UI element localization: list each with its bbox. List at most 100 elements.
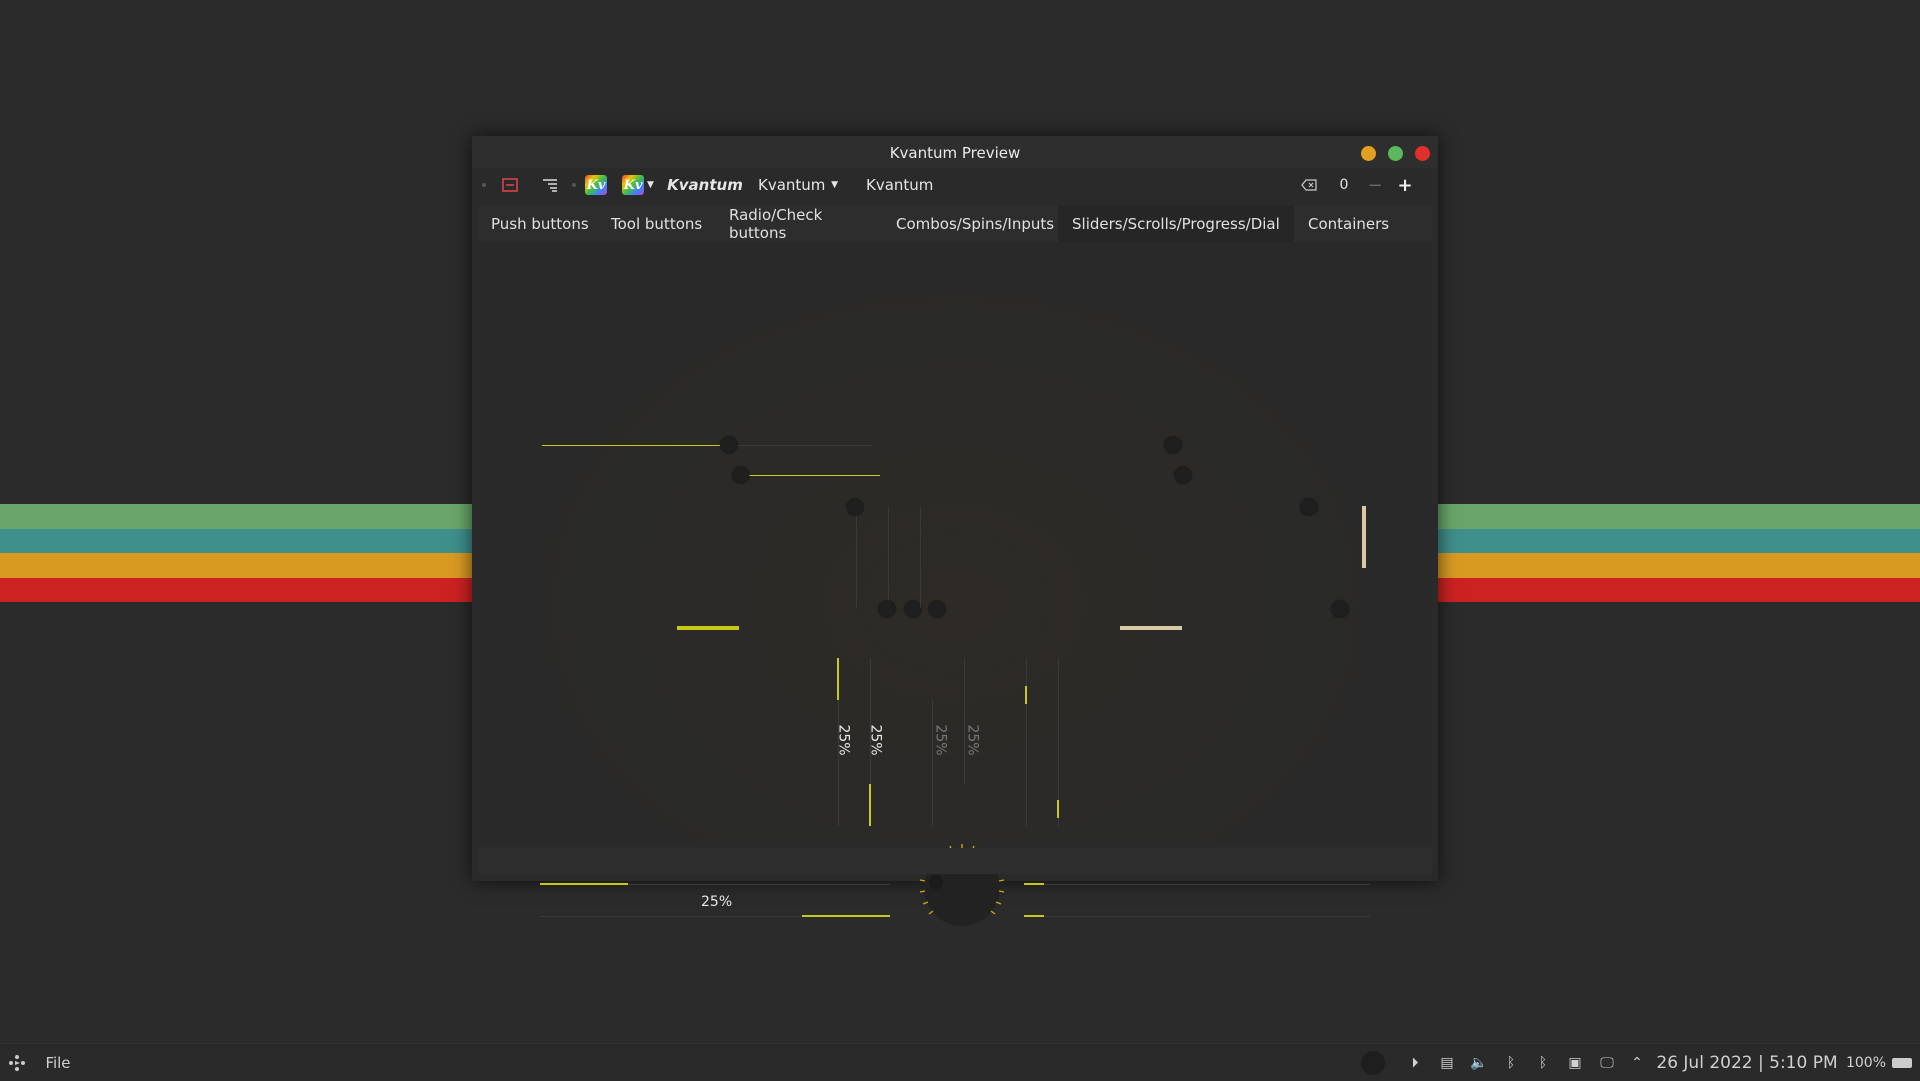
tray-expand-button[interactable]: ⌃	[1624, 1044, 1650, 1081]
input-value: Kvantum	[866, 176, 934, 194]
bluetooth-icon: ᛒ	[1506, 1054, 1516, 1071]
slider-handle[interactable]	[1165, 437, 1181, 453]
tab-label: Radio/Check buttons	[729, 206, 823, 242]
battery-indicator[interactable]: 100%	[1840, 1044, 1918, 1081]
network-button[interactable]: 🖵	[1594, 1044, 1620, 1081]
progress-fill	[802, 915, 890, 917]
backspace-icon	[1301, 179, 1317, 191]
progress-track	[1026, 658, 1027, 826]
progress-track	[1024, 916, 1370, 917]
launcher-icon	[9, 1054, 25, 1071]
toolbar-button-indent[interactable]	[534, 168, 566, 202]
chevron-down-icon: ▼	[831, 180, 838, 190]
kvantum-label: Kvantum	[667, 176, 743, 194]
progress-track	[932, 700, 933, 826]
battery-icon	[1892, 1057, 1913, 1068]
slider-handle[interactable]	[1332, 601, 1348, 617]
spin-value: 0	[1339, 177, 1349, 193]
vertical-scroll-indicator	[1362, 506, 1366, 568]
tab-containers[interactable]: Containers	[1294, 206, 1390, 242]
chevron-up-icon: ⌃	[1631, 1054, 1643, 1071]
progress-label: 25%	[964, 724, 981, 756]
combo-value: Kvantum	[758, 176, 826, 194]
volume-icon: 🔈	[1470, 1054, 1488, 1071]
title-bar[interactable]: Kvantum Preview	[472, 136, 1438, 168]
close-button[interactable]	[1415, 146, 1430, 161]
theme-combo[interactable]: Kvantum ▼	[746, 171, 848, 199]
spin-decrement-button[interactable]: −	[1362, 168, 1388, 202]
slider-groove	[856, 508, 857, 608]
volume-button[interactable]: 🔈	[1466, 1044, 1492, 1081]
kvantum-logo-menu-button[interactable]: Kv ▼	[618, 168, 658, 202]
slider-groove	[920, 508, 921, 608]
progress-fill	[869, 784, 871, 826]
tab-bar: Push buttons Tool buttons Radio/Check bu…	[478, 206, 1432, 242]
progress-fill	[540, 883, 628, 885]
clear-input-button[interactable]	[1296, 168, 1322, 202]
plus-icon: +	[1397, 174, 1413, 196]
progress-fill	[1057, 800, 1059, 818]
minus-icon: −	[1367, 174, 1383, 196]
toolbar-separator	[482, 183, 486, 187]
tab-radio-check-buttons[interactable]: Radio/Check buttons	[716, 206, 882, 242]
kvantum-logo-button[interactable]: Kv	[580, 168, 612, 202]
monitor-icon: 🖵	[1600, 1054, 1614, 1071]
device-button[interactable]: ▣	[1562, 1044, 1588, 1081]
battery-percent: 100%	[1845, 1054, 1887, 1071]
app-launcher-button[interactable]	[2, 1044, 32, 1081]
spin-box[interactable]: 0	[1332, 168, 1356, 202]
kvantum-text-button[interactable]: Kvantum	[667, 168, 743, 202]
clipboard-button[interactable]: ▤	[1434, 1044, 1460, 1081]
toolbar-separator	[572, 183, 576, 187]
tab-tool-buttons[interactable]: Tool buttons	[598, 206, 716, 242]
menu-indent-icon	[543, 179, 557, 192]
progress-fill	[1024, 883, 1044, 885]
status-bar	[478, 848, 1432, 874]
maximize-button[interactable]	[1388, 146, 1403, 161]
progress-label: 25%	[701, 894, 733, 910]
slider-groove	[888, 508, 889, 608]
taskbar: File ⏵ ▤ 🔈 ᛒ ᛒ ▣ 🖵 ⌃ 26 Jul 2022 | 5:10 …	[0, 1043, 1920, 1081]
progress-track	[1024, 884, 1370, 885]
slider-handle[interactable]	[721, 437, 737, 453]
spin-increment-button[interactable]: +	[1392, 168, 1418, 202]
tab-label: Containers	[1308, 215, 1390, 233]
file-menu[interactable]: File	[40, 1044, 76, 1081]
tab-label: Combos/Spins/Inputs	[896, 215, 1055, 233]
kvantum-logo-icon: Kv	[622, 175, 645, 195]
kvantum-logo-icon: Kv	[585, 175, 607, 195]
tab-combos-spins-inputs[interactable]: Combos/Spins/Inputs	[882, 206, 1058, 242]
progress-track	[964, 658, 965, 784]
progress-fill	[1024, 915, 1044, 917]
text-input[interactable]: Kvantum	[854, 171, 1284, 199]
progress-label: 25%	[932, 724, 949, 756]
tab-label: Push buttons	[491, 215, 589, 233]
slider-handle[interactable]	[847, 499, 863, 515]
tab-push-buttons[interactable]: Push buttons	[478, 206, 598, 242]
slider-handle[interactable]	[1175, 467, 1191, 483]
tab-sliders-scrolls-progress-dial[interactable]: Sliders/Scrolls/Progress/Dial	[1058, 206, 1294, 242]
toolbar-button-minus[interactable]	[494, 168, 526, 202]
clock[interactable]: 26 Jul 2022 | 5:10 PM	[1652, 1044, 1842, 1081]
minimize-button[interactable]	[1361, 146, 1376, 161]
circle-icon	[1361, 1050, 1385, 1075]
slider-handle[interactable]	[929, 601, 945, 617]
slider-handle[interactable]	[1301, 499, 1317, 515]
slider-handle[interactable]	[905, 601, 921, 617]
window-title: Kvantum Preview	[889, 144, 1021, 162]
minus-box-icon	[502, 178, 518, 192]
slider-handle[interactable]	[733, 467, 749, 483]
clipboard-icon: ▤	[1440, 1054, 1454, 1071]
bluetooth-device-button[interactable]: ᛒ	[1530, 1044, 1556, 1081]
device-icon: ▣	[1568, 1054, 1582, 1071]
scrollbar-handle[interactable]	[1120, 626, 1182, 630]
tab-content: 25% 25% 25% 25% 25% 25%	[478, 242, 1432, 926]
slider-fill	[742, 475, 880, 476]
progress-label: 25%	[835, 724, 852, 756]
scrollbar-handle[interactable]	[677, 626, 739, 630]
activity-indicator[interactable]	[1358, 1044, 1388, 1081]
slider-handle[interactable]	[879, 601, 895, 617]
kvantum-preview-window: Kvantum Preview Kv Kv ▼ Kvantum Kvantum …	[472, 136, 1438, 926]
media-play-button[interactable]: ⏵	[1402, 1044, 1428, 1081]
bluetooth-button[interactable]: ᛒ	[1498, 1044, 1524, 1081]
